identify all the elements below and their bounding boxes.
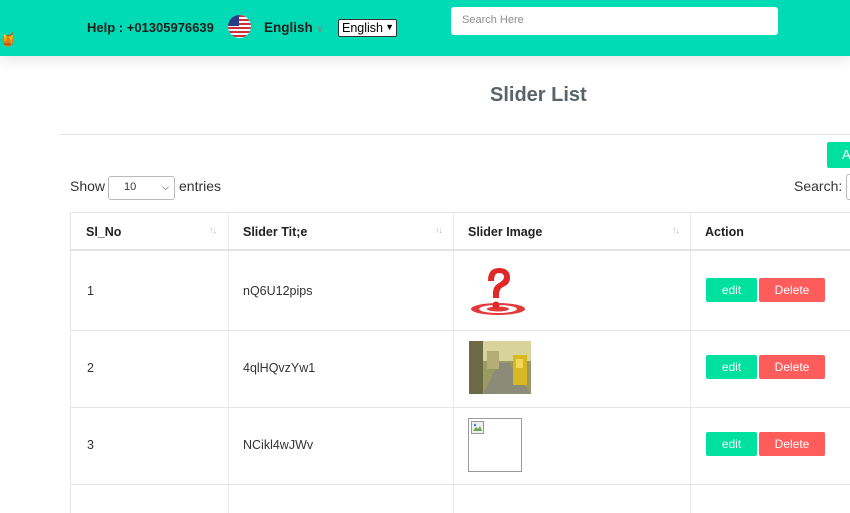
column-divider: [453, 213, 454, 513]
slider-table: Sl_No ↑↓ Slider Tit;e ↑↓ Slider Image ↑↓…: [70, 212, 850, 513]
table-search-input[interactable]: [846, 174, 850, 200]
broken-image: [468, 418, 522, 472]
entries-label: entries: [179, 178, 222, 194]
column-divider: [690, 213, 691, 513]
delete-button[interactable]: Delete: [759, 432, 825, 456]
row-divider: [71, 407, 850, 408]
entries-select[interactable]: 10 ⌵: [108, 176, 175, 200]
page-title: Slider List: [490, 84, 587, 106]
entries-select-value: 10: [124, 181, 137, 193]
column-header-label: Slider Image: [468, 225, 543, 239]
row-slider-title: 4qlHQvzYw1: [243, 361, 316, 375]
column-header-slider-title[interactable]: Slider Tit;e: [228, 213, 453, 249]
row-divider: [71, 330, 850, 331]
us-flag-icon: [228, 15, 251, 38]
table-search-label: Search:: [794, 178, 843, 194]
street-photo-image: [469, 341, 531, 399]
row-sl-no: 1: [87, 284, 94, 298]
column-header-label: Slider Tit;e: [243, 225, 308, 239]
title-divider: [59, 134, 850, 135]
top-header-bar: 🍯 Help : +01305976639 English ∨ English …: [0, 0, 850, 56]
language-select-value: English: [342, 21, 383, 35]
column-header-label: Sl_No: [86, 225, 122, 239]
delete-button[interactable]: Delete: [759, 355, 825, 379]
show-label: Show: [70, 178, 106, 194]
broken-image-icon: [471, 421, 484, 434]
row-slider-title: NCikl4wJWv: [243, 438, 314, 452]
header-divider: [71, 249, 850, 251]
delete-button[interactable]: Delete: [759, 278, 825, 302]
column-divider: [228, 213, 229, 513]
sort-icon[interactable]: ↑↓: [209, 225, 217, 235]
help-phone-text: Help : +01305976639: [87, 20, 214, 35]
row-slider-title: nQ6U12pips: [243, 284, 313, 298]
logo-fragment-icon: 🍯: [0, 32, 17, 47]
select-caret-icon: ▼: [385, 22, 394, 32]
row-sl-no: 3: [87, 438, 94, 452]
language-select[interactable]: English ▼: [338, 19, 397, 37]
row-sl-no: 2: [87, 361, 94, 375]
language-label[interactable]: English: [264, 20, 313, 35]
edit-button[interactable]: edit: [706, 278, 757, 302]
chevron-down-icon[interactable]: ∨: [316, 22, 324, 35]
search-input[interactable]: Search Here: [451, 7, 778, 35]
add-slider-button[interactable]: A: [827, 142, 850, 168]
edit-button[interactable]: edit: [706, 355, 757, 379]
sort-icon[interactable]: ↑↓: [435, 225, 443, 235]
sort-icon[interactable]: ↑↓: [672, 225, 680, 235]
column-header-label: Action: [705, 225, 744, 239]
edit-button[interactable]: edit: [706, 432, 757, 456]
column-header-sl-no[interactable]: Sl_No: [71, 213, 228, 249]
column-header-action: Action: [690, 213, 850, 249]
question-mark-target-image: [468, 265, 528, 322]
select-caret-icon: ⌵: [162, 182, 169, 192]
column-header-slider-image[interactable]: Slider Image: [453, 213, 690, 249]
